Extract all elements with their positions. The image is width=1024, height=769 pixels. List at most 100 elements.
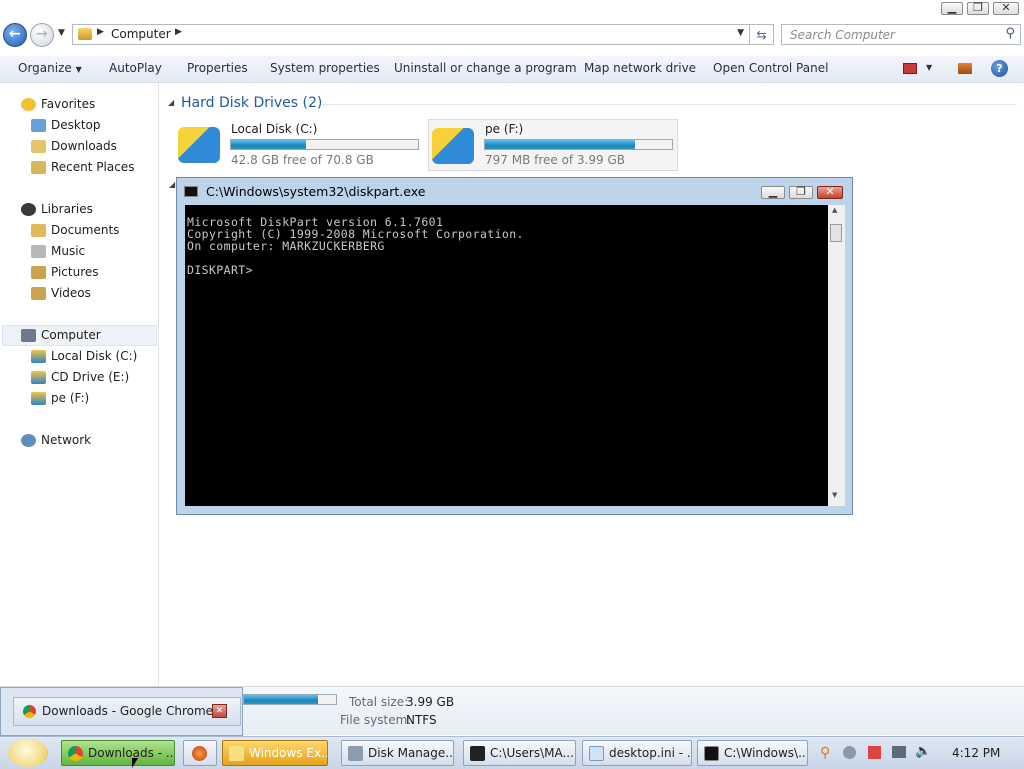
- task-windows-explorer[interactable]: Windows Ex...: [222, 740, 328, 766]
- view-options-dropdown[interactable]: ▼: [926, 63, 932, 72]
- maximize-button[interactable]: ❐: [967, 1, 989, 15]
- task-diskpart-console[interactable]: C:\Windows\...: [697, 740, 808, 766]
- action-center-icon[interactable]: [868, 746, 881, 759]
- search-tray-icon[interactable]: ⚲: [820, 745, 830, 761]
- system-properties-button[interactable]: System properties: [270, 61, 380, 75]
- drive-icon: [178, 127, 220, 163]
- sidebar-item-pe-f[interactable]: pe (F:): [31, 391, 90, 405]
- task-label: Disk Manage...: [368, 746, 454, 760]
- sidebar-item-label: pe (F:): [51, 391, 90, 405]
- command-toolbar: Organize ▼ AutoPlay Properties System pr…: [0, 56, 1024, 83]
- clock[interactable]: 4:12 PM: [952, 746, 1000, 760]
- sidebar-item-favorites[interactable]: Favorites: [21, 97, 95, 111]
- sidebar-item-recent-places[interactable]: Recent Places: [31, 160, 135, 174]
- task-firefox[interactable]: [183, 740, 217, 766]
- recent-places-icon: [31, 161, 46, 174]
- drive-name: pe (F:): [485, 122, 524, 136]
- sidebar-item-label: CD Drive (E:): [51, 370, 130, 384]
- star-icon: [21, 98, 36, 111]
- drive-icon: [31, 392, 46, 405]
- map-network-drive-button[interactable]: Map network drive: [584, 61, 696, 75]
- sidebar-item-local-disk-c[interactable]: Local Disk (C:): [31, 349, 138, 363]
- task-label: desktop.ini - ...: [609, 746, 692, 760]
- console-maximize-button[interactable]: ❐: [789, 185, 813, 199]
- sidebar-item-network[interactable]: Network: [21, 433, 91, 447]
- search-box[interactable]: Search Computer ⚲: [781, 24, 1021, 45]
- minimize-button[interactable]: ▁: [941, 1, 963, 15]
- start-button[interactable]: [8, 739, 48, 767]
- sidebar-item-videos[interactable]: Videos: [31, 286, 91, 300]
- downloads-folder-icon: [31, 140, 46, 153]
- computer-icon: [78, 28, 92, 40]
- diskpart-console-window[interactable]: C:\Windows\system32\diskpart.exe ▁ ❐ ✕ M…: [176, 177, 853, 515]
- sidebar-item-cd-drive-e[interactable]: CD Drive (E:): [31, 370, 130, 384]
- search-input[interactable]: Search Computer: [790, 28, 895, 42]
- drive-icon: [432, 128, 474, 164]
- close-button[interactable]: ✕: [993, 1, 1019, 15]
- uninstall-program-button[interactable]: Uninstall or change a program: [394, 61, 577, 75]
- preview-pane-icon[interactable]: [958, 63, 972, 74]
- thumbnail-close-button[interactable]: ✕: [212, 704, 227, 718]
- organize-button[interactable]: Organize ▼: [18, 61, 82, 75]
- organize-label: Organize: [18, 61, 72, 75]
- libraries-icon: [21, 203, 36, 216]
- drive-tile-f[interactable]: pe (F:) 797 MB free of 3.99 GB: [428, 119, 678, 171]
- sidebar-item-label: Desktop: [51, 118, 101, 132]
- search-icon[interactable]: ⚲: [1005, 26, 1015, 41]
- sidebar-item-music[interactable]: Music: [31, 244, 85, 258]
- forward-button[interactable]: →: [30, 23, 54, 47]
- chevron-down-icon: ▼: [75, 65, 82, 74]
- sidebar-item-pictures[interactable]: Pictures: [31, 265, 99, 279]
- back-button[interactable]: ←: [3, 23, 27, 47]
- sidebar-item-label: Recent Places: [51, 160, 135, 174]
- task-disk-management[interactable]: Disk Manage...: [341, 740, 454, 766]
- chrome-icon: [23, 705, 36, 718]
- volume-icon[interactable]: 🔈: [915, 744, 931, 759]
- task-chrome-downloads[interactable]: Downloads - ...: [61, 740, 175, 766]
- task-7zip[interactable]: C:\Users\MA...: [463, 740, 576, 766]
- drive-tile-c[interactable]: Local Disk (C:) 42.8 GB free of 70.8 GB: [174, 119, 424, 171]
- address-dropdown-icon[interactable]: ▼: [737, 28, 744, 38]
- console-output[interactable]: Microsoft DiskPart version 6.1.7601 Copy…: [185, 205, 845, 506]
- scroll-down-icon[interactable]: ▼: [832, 491, 837, 499]
- breadcrumb-chevron-icon[interactable]: ▶: [97, 27, 104, 37]
- console-close-button[interactable]: ✕: [817, 185, 843, 199]
- collapse-group-icon[interactable]: ◢: [169, 180, 175, 189]
- change-view-icon[interactable]: [903, 63, 917, 74]
- drive-icon: [31, 350, 46, 363]
- console-minimize-button[interactable]: ▁: [761, 185, 785, 199]
- open-control-panel-button[interactable]: Open Control Panel: [713, 61, 828, 75]
- tray-icon[interactable]: [843, 746, 856, 759]
- sidebar-item-desktop[interactable]: Desktop: [31, 118, 101, 132]
- sidebar-item-documents[interactable]: Documents: [31, 223, 119, 237]
- arrow-left-icon: ←: [9, 26, 21, 42]
- taskbar-thumbnail-popup[interactable]: Downloads - Google Chrome ✕: [0, 687, 243, 736]
- sidebar-item-label: Local Disk (C:): [51, 349, 138, 363]
- network-tray-icon[interactable]: [892, 746, 906, 758]
- properties-button[interactable]: Properties: [187, 61, 248, 75]
- help-icon[interactable]: ?: [991, 60, 1008, 77]
- recent-pages-dropdown[interactable]: ▼: [58, 28, 65, 38]
- console-scrollbar[interactable]: ▲ ▼: [828, 205, 845, 506]
- refresh-button[interactable]: ⇆: [750, 24, 774, 45]
- breadcrumb-chevron-icon[interactable]: ▶: [175, 27, 182, 37]
- arrow-right-icon: →: [36, 26, 48, 42]
- thumbnail-item[interactable]: Downloads - Google Chrome ✕: [13, 697, 241, 726]
- sidebar-item-downloads[interactable]: Downloads: [31, 139, 117, 153]
- autoplay-button[interactable]: AutoPlay: [109, 61, 162, 75]
- scroll-up-icon[interactable]: ▲: [832, 206, 837, 214]
- window-title-bar: ▁ ❐ ✕: [0, 0, 1024, 20]
- collapse-group-icon[interactable]: ◢: [168, 98, 174, 107]
- address-bar[interactable]: ▶ Computer ▶ ▼: [72, 24, 750, 45]
- sidebar-item-label: Downloads: [51, 139, 117, 153]
- group-header-hard-disk-drives[interactable]: Hard Disk Drives (2): [181, 95, 322, 111]
- task-notepad-desktop-ini[interactable]: desktop.ini - ...: [582, 740, 692, 766]
- scroll-thumb[interactable]: [830, 224, 842, 242]
- breadcrumb-computer[interactable]: Computer: [111, 27, 171, 41]
- sidebar-item-label: Pictures: [51, 265, 99, 279]
- mouse-cursor: [132, 758, 138, 768]
- sidebar-item-computer[interactable]: Computer: [21, 328, 101, 342]
- task-label: C:\Users\MA...: [490, 746, 574, 760]
- sidebar-item-libraries[interactable]: Libraries: [21, 202, 93, 216]
- refresh-icon: ⇆: [756, 28, 767, 42]
